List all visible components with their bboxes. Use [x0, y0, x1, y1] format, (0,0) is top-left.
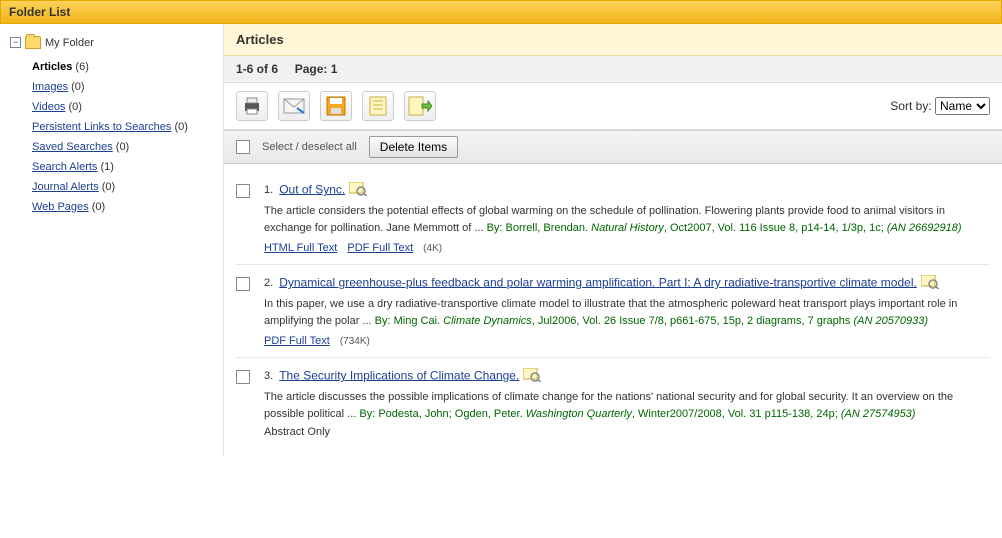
preview-icon[interactable]: [523, 368, 541, 385]
fulltext-link[interactable]: HTML Full Text: [264, 242, 337, 254]
print-button[interactable]: [236, 91, 268, 121]
article-title-link[interactable]: Out of Sync.: [279, 182, 345, 196]
sidebar-item-link[interactable]: Saved Searches: [32, 141, 113, 153]
sidebar-item-count: (0): [65, 101, 82, 113]
article-byline: By: Podesta, John; Ogden, Peter.: [359, 408, 525, 420]
sidebar-item-count: (0): [89, 201, 106, 213]
sort-by: Sort by: Name: [890, 97, 990, 115]
sidebar-item-link[interactable]: Web Pages: [32, 201, 89, 213]
export-button[interactable]: [404, 91, 436, 121]
sidebar: − My Folder Articles (6)Images (0)Videos…: [0, 24, 224, 456]
fulltext-size: (4K): [423, 243, 442, 254]
article-citation: , Oct2007, Vol. 116 Issue 8, p14-14, 1/3…: [664, 222, 887, 234]
email-button[interactable]: [278, 91, 310, 121]
sidebar-item[interactable]: Images (0): [32, 77, 213, 97]
email-icon: [283, 98, 305, 114]
folder-list-header: Folder List: [0, 0, 1002, 24]
sidebar-item-link[interactable]: Articles: [32, 61, 72, 73]
fulltext-link[interactable]: PDF Full Text: [347, 242, 413, 254]
article-body: 2. Dynamical greenhouse-plus feedback and…: [264, 275, 990, 347]
article-journal: Natural History: [591, 222, 664, 234]
sidebar-item-link[interactable]: Images: [32, 81, 68, 93]
sidebar-item-link[interactable]: Persistent Links to Searches: [32, 121, 171, 133]
content-heading: Articles: [224, 24, 1002, 56]
article-number: 2.: [264, 277, 273, 289]
sidebar-item-count: (6): [72, 61, 89, 73]
delete-items-button[interactable]: Delete Items: [369, 136, 458, 158]
article-body: 3. The Security Implications of Climate C…: [264, 368, 990, 438]
abstract-only-label: Abstract Only: [264, 426, 330, 438]
fulltext-links: PDF Full Text (734K): [264, 335, 990, 347]
article-checkbox[interactable]: [236, 184, 250, 198]
sidebar-item-link[interactable]: Videos: [32, 101, 65, 113]
export-icon: [408, 96, 432, 116]
article-an: (AN 27574953): [841, 408, 916, 420]
sidebar-item[interactable]: Articles (6): [32, 57, 213, 77]
notes-button[interactable]: [362, 91, 394, 121]
sidebar-item[interactable]: Videos (0): [32, 97, 213, 117]
notes-icon: [369, 96, 387, 116]
sidebar-item-link[interactable]: Search Alerts: [32, 161, 97, 173]
sort-label: Sort by:: [890, 99, 931, 113]
article-an: (AN 26692918): [887, 222, 962, 234]
article-number: 3.: [264, 370, 273, 382]
article-row: 1. Out of Sync. The article considers the …: [236, 172, 990, 265]
article-checkbox[interactable]: [236, 277, 250, 291]
article-title-link[interactable]: The Security Implications of Climate Cha…: [279, 368, 519, 382]
article-row: 3. The Security Implications of Climate C…: [236, 358, 990, 448]
toolbar: Sort by: Name: [224, 83, 1002, 130]
article-row: 2. Dynamical greenhouse-plus feedback and…: [236, 265, 990, 358]
article-number: 1.: [264, 184, 273, 196]
sort-select[interactable]: Name: [935, 97, 990, 115]
header-title: Folder List: [9, 5, 70, 19]
sidebar-item-link[interactable]: Journal Alerts: [32, 181, 99, 193]
page-label: Page: 1: [295, 62, 338, 76]
result-range: 1-6 of 6: [236, 62, 278, 76]
sidebar-root[interactable]: − My Folder: [10, 36, 213, 49]
fulltext-links: HTML Full Text PDF Full Text (4K): [264, 242, 990, 254]
select-all-label: Select / deselect all: [262, 141, 357, 153]
sidebar-item[interactable]: Saved Searches (0): [32, 137, 213, 157]
article-abstract: The article considers the potential effe…: [264, 203, 990, 236]
article-abstract: In this paper, we use a dry radiative-tr…: [264, 296, 990, 329]
sidebar-item-count: (0): [171, 121, 188, 133]
sidebar-item-count: (0): [68, 81, 85, 93]
sidebar-item[interactable]: Journal Alerts (0): [32, 177, 213, 197]
article-citation: , Winter2007/2008, Vol. 31 p115-138, 24p…: [632, 408, 841, 420]
collapse-icon[interactable]: −: [10, 37, 21, 48]
pager-bar: 1-6 of 6 Page: 1: [224, 56, 1002, 83]
article-byline: By: Ming Cai.: [375, 315, 443, 327]
fulltext-link[interactable]: PDF Full Text: [264, 335, 330, 347]
folder-icon: [25, 36, 41, 49]
sidebar-item[interactable]: Search Alerts (1): [32, 157, 213, 177]
sidebar-item-count: (1): [97, 161, 114, 173]
article-journal: Climate Dynamics: [443, 315, 532, 327]
print-icon: [242, 97, 262, 115]
article-checkbox[interactable]: [236, 370, 250, 384]
select-all-checkbox[interactable]: [236, 140, 250, 154]
sidebar-item[interactable]: Persistent Links to Searches (0): [32, 117, 213, 137]
preview-icon[interactable]: [921, 275, 939, 292]
article-journal: Washington Quarterly: [526, 408, 632, 420]
article-abstract: The article discusses the possible impli…: [264, 389, 990, 422]
article-byline: By: Borrell, Brendan.: [487, 222, 592, 234]
preview-icon[interactable]: [349, 182, 367, 199]
sidebar-item-count: (0): [113, 141, 130, 153]
save-button[interactable]: [320, 91, 352, 121]
article-citation: , Jul2006, Vol. 26 Issue 7/8, p661-675, …: [532, 315, 854, 327]
article-an: (AN 20570933): [853, 315, 928, 327]
article-title-link[interactable]: Dynamical greenhouse-plus feedback and p…: [279, 275, 917, 289]
sidebar-item-count: (0): [99, 181, 116, 193]
article-body: 1. Out of Sync. The article considers the …: [264, 182, 990, 254]
sidebar-root-label: My Folder: [45, 37, 94, 49]
save-icon: [326, 96, 346, 116]
select-row: Select / deselect all Delete Items: [224, 130, 1002, 164]
fulltext-size: (734K): [340, 336, 370, 347]
sidebar-item[interactable]: Web Pages (0): [32, 197, 213, 217]
